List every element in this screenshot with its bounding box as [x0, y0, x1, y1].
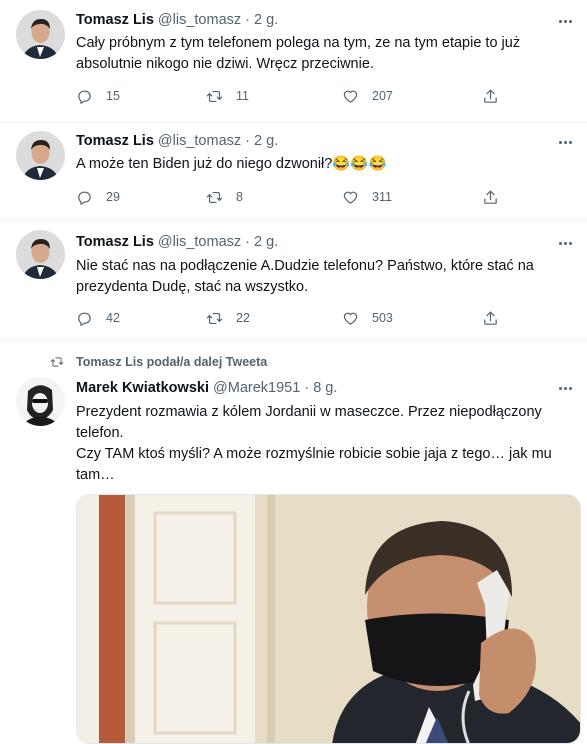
timestamp[interactable]: 2 g. [254, 12, 278, 28]
share-icon [484, 89, 497, 103]
timestamp[interactable]: 8 g. [313, 380, 337, 396]
author-name[interactable]: Tomasz Lis [76, 133, 154, 149]
like-count: 503 [372, 311, 393, 325]
like-count: 311 [372, 190, 392, 204]
like-button[interactable]: 311 [342, 187, 392, 207]
separator: · [245, 133, 251, 149]
retweet-count: 22 [236, 311, 250, 325]
avatar[interactable] [16, 10, 65, 59]
text-line: A może ten Biden już do niego dzwonił?😂😂… [76, 156, 387, 172]
reply-icon [78, 90, 91, 104]
retweet-icon [50, 357, 64, 367]
separator: · [304, 380, 310, 396]
like-button[interactable]: 207 [342, 86, 393, 106]
text-line: telefon. [76, 425, 124, 441]
retweet-context[interactable]: Tomasz Lis podał/a dalej Tweeta [50, 353, 267, 371]
more-icon[interactable] [553, 135, 577, 149]
like-count: 207 [372, 89, 393, 103]
share-button[interactable] [482, 308, 499, 328]
author-handle[interactable]: @lis_tomasz [158, 234, 241, 250]
heart-icon [343, 191, 358, 204]
tweet-header: Tomasz Lis @lis_tomasz · 2 g. [76, 133, 278, 149]
avatar[interactable] [16, 230, 65, 279]
tweet[interactable]: Tomasz Lis @lis_tomasz · 2 g. A może ten… [0, 123, 587, 220]
share-button[interactable] [482, 86, 499, 106]
reply-count: 29 [106, 190, 120, 204]
tweet-header: Tomasz Lis @lis_tomasz · 2 g. [76, 12, 278, 28]
retweet-button[interactable]: 11 [206, 86, 249, 106]
reply-count: 15 [106, 89, 120, 103]
reply-button[interactable]: 29 [76, 187, 120, 207]
reply-icon [78, 312, 91, 326]
tweet-text: A może ten Biden już do niego dzwonił?😂😂… [76, 154, 571, 175]
tweet-header: Tomasz Lis @lis_tomasz · 2 g. [76, 234, 278, 250]
author-handle[interactable]: @lis_tomasz [158, 12, 241, 28]
author-name[interactable]: Tomasz Lis [76, 12, 154, 28]
text-line: Cały próbnym z tym telefonem polega na t… [76, 35, 521, 51]
retweet-icon [206, 191, 223, 203]
tweet-text: Nie stać nas na podłączenie A.Dudzie tel… [76, 256, 571, 298]
author-name[interactable]: Tomasz Lis [76, 234, 154, 250]
avatar[interactable] [16, 377, 65, 426]
timestamp[interactable]: 2 g. [254, 133, 278, 149]
tweet-photo[interactable] [76, 494, 581, 744]
action-bar: 42 22 503 [76, 308, 506, 328]
author-handle[interactable]: @lis_tomasz [158, 133, 241, 149]
like-button[interactable]: 503 [342, 308, 393, 328]
reply-icon [78, 191, 91, 205]
retweet-context-label: Tomasz Lis podał/a dalej Tweeta [76, 355, 268, 369]
author-name[interactable]: Marek Kwiatkowski [76, 380, 209, 396]
retweet-icon [206, 90, 223, 102]
retweet-count: 8 [236, 190, 243, 204]
tweet[interactable]: Tomasz Lis @lis_tomasz · 2 g. Cały próbn… [0, 0, 587, 123]
tweet[interactable]: Tomasz Lis @lis_tomasz · 2 g. Nie stać n… [0, 220, 587, 341]
text-line: Nie stać nas na podłączenie A.Dudzie tel… [76, 258, 534, 274]
more-icon[interactable] [553, 14, 577, 28]
share-icon [484, 190, 497, 204]
retweet-count: 11 [236, 89, 249, 103]
heart-icon [343, 312, 358, 325]
separator: · [245, 234, 251, 250]
tweet-text: Prezydent rozmawia z kólem Jordanii w ma… [76, 402, 571, 486]
retweet-button[interactable]: 8 [206, 187, 243, 207]
text-line: prezydenta Dudę, stać na wszystko. [76, 279, 309, 295]
reply-count: 42 [106, 311, 120, 325]
timestamp[interactable]: 2 g. [254, 234, 278, 250]
text-line: Czy TAM ktoś myśli? A może rozmyślnie ro… [76, 446, 552, 462]
action-bar: 29 8 311 [76, 187, 506, 207]
share-button[interactable] [482, 187, 499, 207]
separator: · [245, 12, 251, 28]
text-line: tam… [76, 467, 115, 483]
more-icon[interactable] [553, 381, 577, 395]
action-bar: 15 11 207 [76, 86, 506, 106]
reply-button[interactable]: 15 [76, 86, 120, 106]
more-icon[interactable] [553, 236, 577, 250]
heart-icon [343, 90, 358, 103]
text-line: Prezydent rozmawia z kólem Jordanii w ma… [76, 404, 542, 420]
tweet-text: Cały próbnym z tym telefonem polega na t… [76, 33, 571, 75]
share-icon [484, 311, 497, 325]
avatar[interactable] [16, 131, 65, 180]
reply-button[interactable]: 42 [76, 308, 120, 328]
retweet-button[interactable]: 22 [206, 308, 250, 328]
retweet-icon [206, 312, 223, 324]
author-handle[interactable]: @Marek1951 [213, 380, 300, 396]
text-line: absolutnie nikogo nie dziwi. Wręcz przec… [76, 56, 374, 72]
tweet-header: Marek Kwiatkowski @Marek1951 · 8 g. [76, 380, 337, 396]
